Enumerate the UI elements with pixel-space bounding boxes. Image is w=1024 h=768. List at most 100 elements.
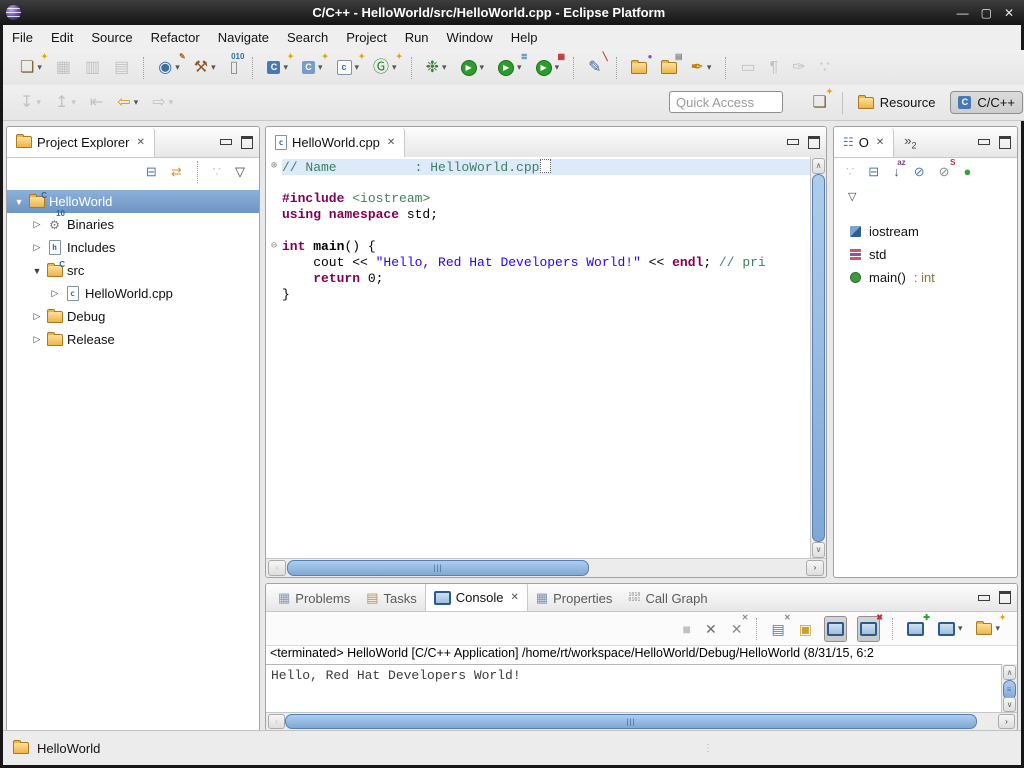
menu-source[interactable]: Source xyxy=(82,30,141,45)
new-c-project-button[interactable]: C✦▾ xyxy=(265,56,290,80)
hide-static-members-button[interactable]: ⊘S xyxy=(937,162,952,182)
console-output[interactable]: Hello, Red Hat Developers World! xyxy=(266,665,1001,713)
new-c-file-button[interactable]: c✦▾ xyxy=(335,56,362,80)
remove-all-terminated-button[interactable]: ✕✕ xyxy=(729,617,745,641)
hidden-tabs-indicator[interactable]: »2 xyxy=(904,133,916,151)
debug-button[interactable]: ❉▾ xyxy=(424,56,449,80)
console-vertical-scrollbar[interactable]: ∧ ≡ ∨ xyxy=(1001,664,1017,713)
code-line-4[interactable]: using namespace std; xyxy=(266,207,811,223)
outline-item-main[interactable]: main() : int xyxy=(834,266,1017,289)
scroll-lock-button[interactable]: ▣ xyxy=(797,617,814,641)
scroll-left-arrow[interactable]: ‹ xyxy=(268,560,286,576)
tab-tasks[interactable]: ▤Tasks xyxy=(358,585,425,611)
code-line-9[interactable]: } xyxy=(266,287,811,303)
scroll-right-arrow[interactable]: › xyxy=(806,560,824,576)
tree-collapsed-arrow[interactable]: ▷ xyxy=(29,242,45,253)
outline-item-iostream[interactable]: iostream xyxy=(834,220,1017,243)
open-perspective-button[interactable]: ❏ ✦ xyxy=(810,91,828,115)
menu-refactor[interactable]: Refactor xyxy=(142,30,209,45)
window-minimize-button[interactable]: — xyxy=(957,6,969,20)
console-scroll-down-arrow[interactable]: ∨ xyxy=(1003,697,1016,712)
code-line-7[interactable]: cout << "Hello, Red Hat Developers World… xyxy=(266,255,811,271)
mark-occurrences-button[interactable]: ✎╲ xyxy=(586,56,603,80)
editor-vertical-scrollbar[interactable]: ∧ ∨ xyxy=(810,157,826,559)
tab-call-graph[interactable]: 1010 0101Call Graph xyxy=(620,585,715,611)
run-button[interactable]: ▶▾ xyxy=(459,56,487,80)
perspective-resource-button[interactable]: Resource xyxy=(851,92,943,113)
tab-helloworld-cpp[interactable]: c HelloWorld.cpp ✕ xyxy=(266,128,405,157)
hide-non-public-button[interactable]: ● xyxy=(962,162,974,182)
menu-help[interactable]: Help xyxy=(502,30,547,45)
tab-problems[interactable]: ▦Problems xyxy=(270,585,358,611)
tree-item-debug[interactable]: ▷Debug xyxy=(7,305,259,328)
splitter-grip[interactable]: ⋮ xyxy=(703,743,714,754)
code-line-6[interactable]: ⊖int main() { xyxy=(266,239,811,255)
code-editor[interactable]: ⊕// Name : HelloWorld.cpp #include <iostr… xyxy=(266,157,826,559)
tab-project-explorer[interactable]: Project Explorer ✕ xyxy=(7,128,155,157)
editor-vscroll-thumb[interactable] xyxy=(812,174,825,542)
code-line-1[interactable]: ⊕// Name : HelloWorld.cpp xyxy=(266,159,811,175)
scroll-up-arrow[interactable]: ∧ xyxy=(812,158,825,174)
new-c-folder-button[interactable]: C✦▾ xyxy=(300,56,325,80)
fold-plus-icon[interactable]: ⊕ xyxy=(266,159,282,175)
open-console-button[interactable]: ✦▾ xyxy=(974,617,1002,641)
maximize-view-button[interactable] xyxy=(241,136,253,149)
menu-navigate[interactable]: Navigate xyxy=(209,30,278,45)
profile-button[interactable]: ▶≣▾ xyxy=(496,56,524,80)
close-console-tab-icon[interactable]: ✕ xyxy=(510,592,518,603)
paint-format-button[interactable]: ✒▾ xyxy=(689,56,714,80)
open-resource-button[interactable]: ● xyxy=(629,56,649,80)
link-with-editor-button[interactable]: ⇄ xyxy=(169,162,184,182)
code-line-8[interactable]: return 0; xyxy=(266,271,811,287)
menu-search[interactable]: Search xyxy=(278,30,337,45)
outline-view-menu-button[interactable]: ▽ xyxy=(846,187,858,207)
open-task-button[interactable]: ▤ xyxy=(659,56,679,80)
tab-properties[interactable]: ▦Properties xyxy=(528,585,621,611)
tab-console[interactable]: Console✕ xyxy=(425,583,528,611)
back-button[interactable]: ⇦▾ xyxy=(115,91,140,115)
tab-outline[interactable]: ☷ O ✕ xyxy=(834,128,894,157)
minimize-editor-button[interactable] xyxy=(787,139,799,145)
menu-project[interactable]: Project xyxy=(337,30,395,45)
new-wizard-button[interactable]: ❏✦▾ xyxy=(18,56,44,80)
outline-item-std[interactable]: std xyxy=(834,243,1017,266)
pin-console-button[interactable]: ✚ xyxy=(905,617,926,641)
minimize-view-button[interactable] xyxy=(220,139,232,145)
code-line-2[interactable] xyxy=(266,175,811,191)
minimize-console-button[interactable] xyxy=(978,595,990,601)
quick-access-input[interactable] xyxy=(669,91,783,113)
tree-item-src[interactable]: ▼Csrc xyxy=(7,259,259,282)
code-line-3[interactable]: #include <iostream> xyxy=(266,191,811,207)
minimize-outline-button[interactable] xyxy=(978,139,990,145)
console-horizontal-scrollbar[interactable]: ‹ ||| › xyxy=(266,712,1017,730)
collapse-all-button[interactable]: ⊟ xyxy=(144,162,159,182)
tree-item-helloworld-cpp[interactable]: ▷cHelloWorld.cpp xyxy=(7,282,259,305)
tree-expanded-arrow[interactable]: ▼ xyxy=(11,197,27,207)
code-line-5[interactable] xyxy=(266,223,811,239)
collapse-all-button[interactable]: ⊟ xyxy=(866,162,881,182)
new-class-button[interactable]: Ⓖ✦▾ xyxy=(371,56,399,80)
tree-item-helloworld[interactable]: ▼CHelloWorld xyxy=(7,190,259,213)
hide-fields-button[interactable]: ⊘ xyxy=(912,162,927,182)
tree-item-binaries[interactable]: ▷⚙10Binaries xyxy=(7,213,259,236)
menu-file[interactable]: File xyxy=(3,30,42,45)
window-close-button[interactable]: ✕ xyxy=(1004,6,1014,20)
window-maximize-button[interactable]: ▢ xyxy=(981,6,992,20)
tree-collapsed-arrow[interactable]: ▷ xyxy=(29,311,45,322)
remove-launch-button[interactable]: ✕ xyxy=(703,617,719,641)
maximize-outline-button[interactable] xyxy=(999,136,1011,149)
binary-file-button[interactable]: ▯010 xyxy=(228,56,241,80)
console-scroll-left-arrow[interactable]: ‹ xyxy=(268,714,285,729)
show-stdout-button[interactable] xyxy=(824,616,847,642)
show-stderr-button[interactable]: ✖ xyxy=(857,616,880,642)
tree-expanded-arrow[interactable]: ▼ xyxy=(29,266,45,276)
editor-hscroll-thumb[interactable]: ||| xyxy=(287,560,589,576)
tree-collapsed-arrow[interactable]: ▷ xyxy=(29,334,45,345)
view-menu-button[interactable]: ▽ xyxy=(233,162,247,182)
tree-item-release[interactable]: ▷Release xyxy=(7,328,259,351)
close-outline-icon[interactable]: ✕ xyxy=(876,137,884,148)
perspective-cpp-button[interactable]: C C/C++ xyxy=(950,91,1023,114)
close-editor-icon[interactable]: ✕ xyxy=(387,137,395,148)
tree-item-includes[interactable]: ▷hIncludes xyxy=(7,236,259,259)
search-button[interactable]: ◉✎▾ xyxy=(156,56,182,80)
